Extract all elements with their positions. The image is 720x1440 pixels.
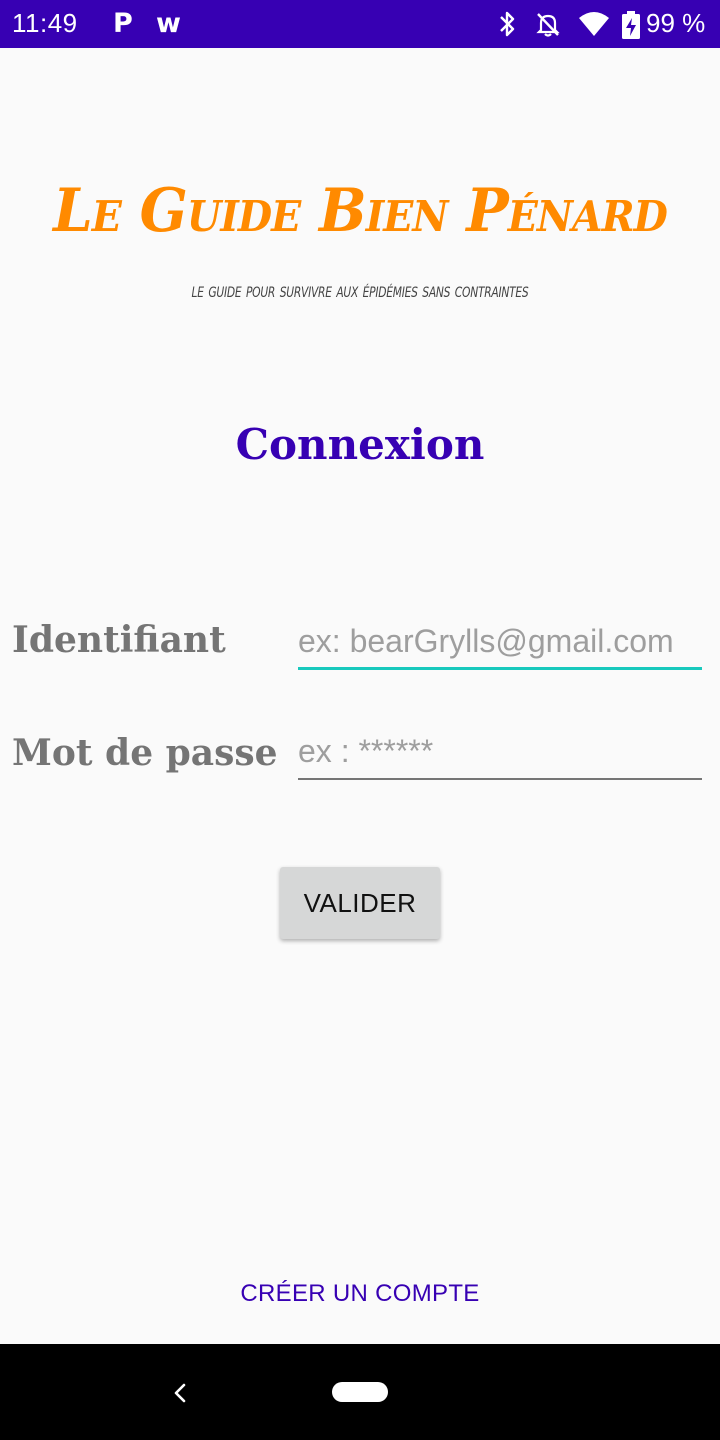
page-title: Connexion [235,420,485,469]
back-icon[interactable] [170,1381,190,1405]
username-label: Identifiant [12,619,226,661]
password-label: Mot de passe [12,732,278,774]
app-title: Le Guide Bien Pénard [53,176,668,246]
submit-button[interactable]: VALIDER [280,867,440,939]
battery-percentage: 99 % [646,8,706,38]
create-account-link[interactable]: CRÉER UN COMPTE [0,1280,720,1308]
username-input[interactable] [298,616,702,670]
status-bar: 11:49 P w 99 % [0,0,720,48]
wifi-icon [579,12,609,36]
battery-charging-icon [622,11,640,39]
password-input[interactable] [298,725,702,780]
bluetooth-icon [500,11,515,37]
status-time: 11:49 [12,8,78,38]
home-icon[interactable] [332,1382,388,1402]
parking-app-notification-icon: P [113,8,133,39]
notifications-off-icon [536,13,560,37]
app-subtitle: le guide pour survivre aux épidémies san… [191,278,529,302]
w-app-notification-icon: w [156,8,181,39]
